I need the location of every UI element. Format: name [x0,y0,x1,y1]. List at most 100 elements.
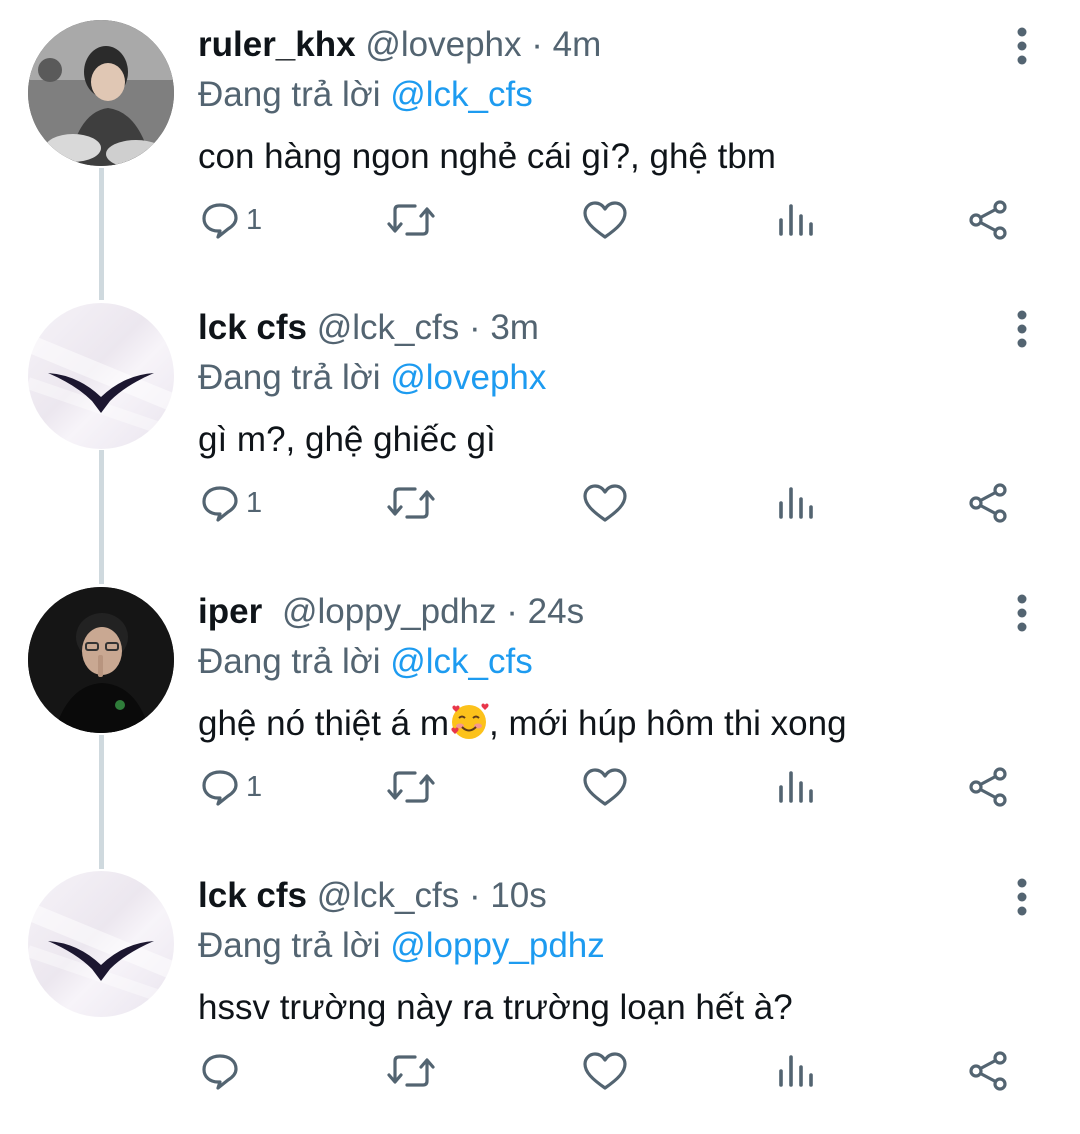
reply-button[interactable]: 1 [200,473,262,533]
tweet[interactable]: lck cfs @lck_cfs · 10s Đang trả lời @lop… [0,851,1080,1134]
tweet-text: hssv trường này ra trường loạn hết à? [198,988,793,1027]
reply-count: 1 [246,486,263,519]
retweet-button[interactable] [385,1041,437,1101]
reply-mention-link[interactable]: @loppy_pdhz [390,926,605,965]
retweet-icon [387,771,435,803]
reply-icon [202,770,238,806]
retweet-button[interactable] [385,190,437,250]
tweet-header: lck cfs @lck_cfs · 3m [198,305,539,351]
reply-count: 1 [246,203,263,236]
views-icon [779,1055,813,1087]
timestamp[interactable]: 3m [490,308,539,347]
tweet[interactable]: lck cfs @lck_cfs · 3m Đang trả lời @love… [0,283,1080,566]
like-button[interactable] [582,1041,628,1101]
replying-to-label: Đang trả lời [198,926,381,965]
retweet-button[interactable] [385,473,437,533]
reply-button[interactable] [200,1041,246,1101]
views-icon [779,487,813,519]
separator-dot: · [506,592,518,631]
separator-dot: · [531,25,543,64]
views-button[interactable] [776,1041,816,1101]
display-name[interactable]: ruler_khx [198,25,356,64]
like-button[interactable] [582,473,628,533]
views-button[interactable] [776,473,816,533]
reply-mention-link[interactable]: @lck_cfs [390,75,533,114]
timestamp[interactable]: 24s [528,592,584,631]
share-button[interactable] [967,190,1009,250]
tweet-text: gì m?, ghệ ghiếc gì [198,420,496,459]
timestamp[interactable]: 4m [553,25,602,64]
replying-to-label: Đang trả lời [198,75,381,114]
share-button[interactable] [967,757,1009,817]
reply-mention-link[interactable]: @lck_cfs [390,642,533,681]
views-icon [779,771,813,803]
replying-to: Đang trả lời @loppy_pdhz [198,923,605,969]
display-name[interactable]: lck cfs [198,876,307,915]
share-icon [969,200,1007,240]
tweet-header: lck cfs @lck_cfs · 10s [198,873,547,919]
share-icon [969,483,1007,523]
tweet-actions [0,1041,1080,1101]
retweet-icon [387,204,435,236]
separator-dot: · [468,308,481,347]
reply-mention-link[interactable]: @lovephx [390,358,546,397]
more-options-icon[interactable] [1004,875,1040,919]
replying-to: Đang trả lời @lck_cfs [198,72,533,118]
tweet-header: iper @loppy_pdhz · 24s [198,589,584,635]
reply-icon [202,486,238,522]
user-avatar[interactable] [28,871,174,1017]
tweet-text-part: ghệ nó thiệt á m [198,704,449,743]
wing-logo-avatar [28,334,174,439]
user-photo-avatar [28,20,174,166]
tweet-text: ghệ nó thiệt á m , mới húp hôm thi xong [198,701,847,747]
tweet-actions: 1 [0,190,1080,250]
user-handle[interactable]: @lck_cfs [317,876,460,915]
display-name[interactable]: iper [198,592,262,631]
retweet-icon [387,487,435,519]
like-icon [583,201,627,239]
tweet-actions: 1 [0,757,1080,817]
reply-button[interactable]: 1 [200,190,262,250]
share-button[interactable] [967,473,1009,533]
reply-icon [202,1054,238,1090]
share-button[interactable] [967,1041,1009,1101]
user-avatar[interactable] [28,303,174,449]
retweet-icon [387,1055,435,1087]
replying-to-label: Đang trả lời [198,642,381,681]
user-handle[interactable]: @loppy_pdhz [282,592,497,631]
tweet-text: con hàng ngon nghẻ cái gì?, ghệ tbm [198,137,776,176]
tweet[interactable]: ruler_khx @lovephx · 4m Đang trả lời @lc… [0,0,1080,283]
user-handle[interactable]: @lck_cfs [317,308,460,347]
retweet-button[interactable] [385,757,437,817]
user-avatar[interactable] [28,20,174,166]
share-icon [969,767,1007,807]
views-button[interactable] [776,190,816,250]
more-options-icon[interactable] [1004,591,1040,635]
separator-dot: · [468,876,481,915]
replying-to: Đang trả lời @lck_cfs [198,639,533,685]
like-button[interactable] [582,757,628,817]
more-options-icon[interactable] [1004,24,1040,68]
views-button[interactable] [776,757,816,817]
tweet-text-part: , mới húp hôm thi xong [489,704,847,743]
reply-count: 1 [246,770,263,803]
user-photo-avatar [28,587,174,733]
more-options-icon[interactable] [1004,307,1040,351]
like-icon [583,484,627,522]
timestamp[interactable]: 10s [490,876,546,915]
replying-to: Đang trả lời @lovephx [198,355,546,401]
like-button[interactable] [582,190,628,250]
tweet-actions: 1 [0,473,1080,533]
user-avatar[interactable] [28,587,174,733]
replying-to-label: Đang trả lời [198,358,381,397]
reply-button[interactable]: 1 [200,757,262,817]
wing-logo-avatar [28,902,174,1007]
smiling-face-with-hearts-emoji [451,703,489,739]
tweet[interactable]: iper @loppy_pdhz · 24s Đang trả lời @lck… [0,567,1080,850]
share-icon [969,1051,1007,1091]
user-handle[interactable]: @lovephx [365,25,521,64]
reply-icon [202,203,238,239]
display-name[interactable]: lck cfs [198,308,307,347]
like-icon [583,768,627,806]
like-icon [583,1052,627,1090]
